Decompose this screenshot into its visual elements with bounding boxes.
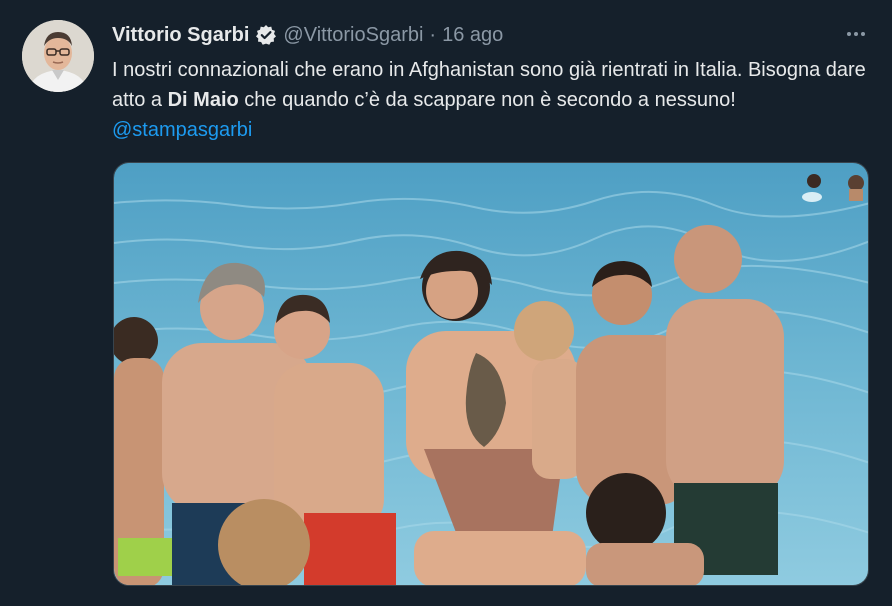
author-name[interactable]: Vittorio Sgarbi	[112, 24, 249, 47]
author-avatar[interactable]	[22, 20, 94, 92]
more-dot	[847, 32, 851, 36]
more-dot	[861, 32, 865, 36]
tweet-text-part2: che quando c’è da scappare non è secondo…	[238, 89, 736, 111]
tweet-timestamp[interactable]: 16 ago	[442, 24, 503, 47]
tweet-text: I nostri connazionali che erano in Afgha…	[112, 55, 872, 145]
tweet[interactable]: Vittorio Sgarbi @VittorioSgarbi · 16 ago…	[0, 0, 892, 606]
tweet-photo[interactable]	[113, 162, 869, 586]
tweet-text-bold: Di Maio	[167, 89, 239, 111]
verified-badge-icon	[255, 24, 277, 46]
mention-link[interactable]: @stampasgarbi	[112, 119, 252, 141]
more-dot	[854, 32, 858, 36]
more-horizontal-icon[interactable]	[844, 24, 868, 44]
author-handle[interactable]: @VittorioSgarbi	[283, 24, 423, 47]
tweet-header: Vittorio Sgarbi @VittorioSgarbi · 16 ago	[112, 21, 503, 49]
separator: ·	[429, 23, 437, 46]
